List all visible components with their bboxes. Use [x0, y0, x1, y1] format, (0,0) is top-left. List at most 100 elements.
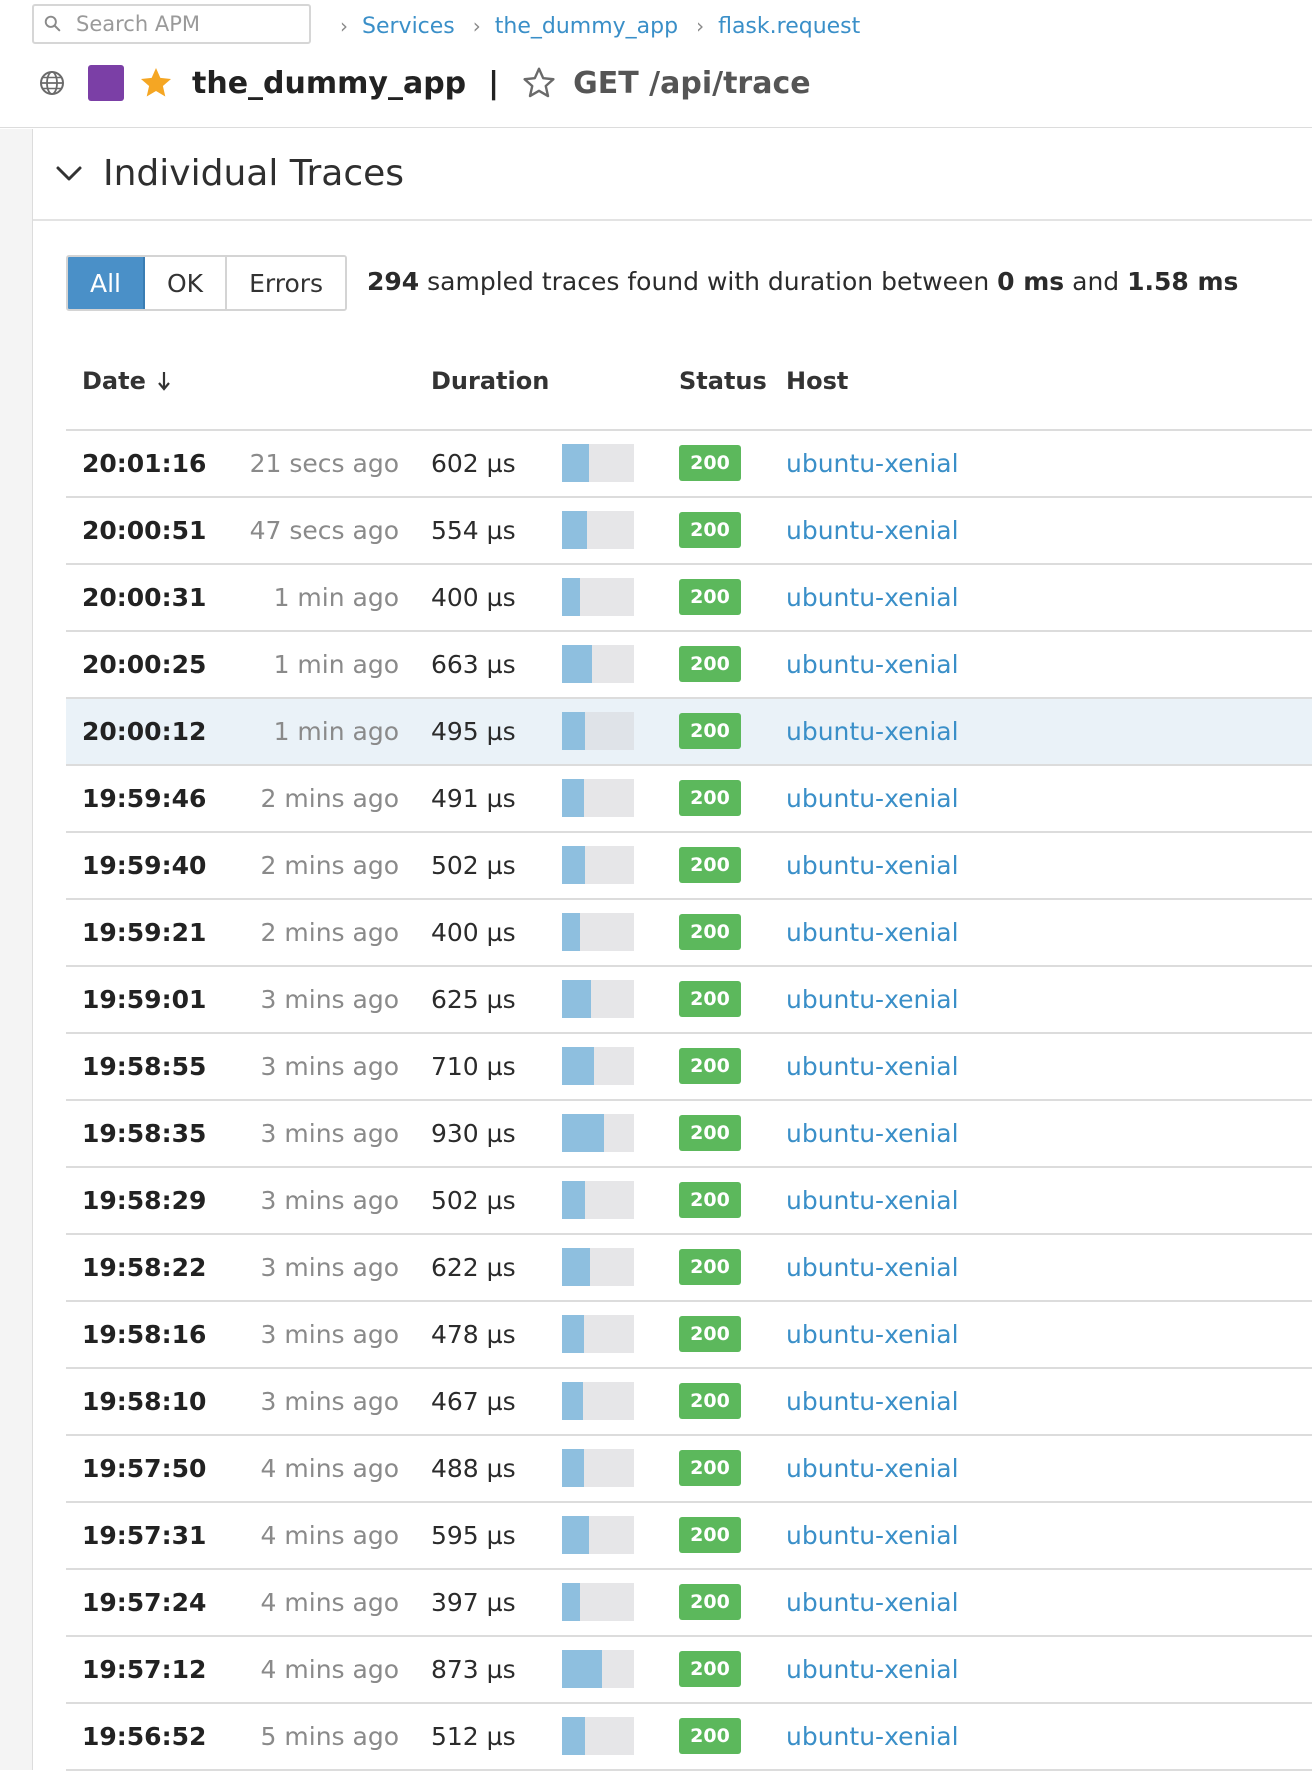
column-header-host[interactable]: Host [786, 367, 848, 395]
table-row[interactable]: 19:59:21 2 mins ago 400 µs 200 ubuntu-xenial [66, 900, 1312, 967]
host-link[interactable]: ubuntu-xenial [786, 1722, 959, 1751]
duration-bar-fill [562, 444, 590, 482]
table-row[interactable]: 20:00:51 47 secs ago 554 µs 200 ubuntu-xenia… [66, 498, 1312, 565]
status-badge: 200 [679, 780, 741, 816]
trace-relative-time: 3 mins ago [260, 1387, 399, 1416]
host-link[interactable]: ubuntu-xenial [786, 717, 959, 746]
status-badge: 200 [679, 1182, 741, 1218]
host-link[interactable]: ubuntu-xenial [786, 1454, 959, 1483]
table-row[interactable]: 20:00:25 1 min ago 663 µs 200 ubuntu-xenial [66, 632, 1312, 699]
trace-time: 20:01:16 [82, 449, 207, 478]
table-row[interactable]: 19:56:52 5 mins ago 512 µs 200 ubuntu-xenial [66, 1704, 1312, 1771]
table-row[interactable]: 19:57:31 4 mins ago 595 µs 200 ubuntu-xenial [66, 1503, 1312, 1570]
host-link[interactable]: ubuntu-xenial [786, 1186, 959, 1215]
trace-duration: 478 µs [431, 1320, 516, 1349]
service-title[interactable]: the_dummy_app [192, 66, 466, 101]
section-header[interactable]: Individual Traces [33, 129, 1312, 221]
host-link[interactable]: ubuntu-xenial [786, 851, 959, 880]
host-link[interactable]: ubuntu-xenial [786, 1320, 959, 1349]
trace-time: 19:56:52 [82, 1722, 207, 1751]
chevron-down-icon[interactable] [55, 163, 83, 185]
trace-relative-time: 4 mins ago [260, 1521, 399, 1550]
filter-ok-button[interactable]: OK [145, 257, 228, 309]
table-row[interactable]: 20:01:16 21 secs ago 602 µs 200 ubuntu-xenia… [66, 431, 1312, 498]
star-outline-icon[interactable] [521, 65, 557, 101]
search-box[interactable] [32, 4, 311, 44]
table-row[interactable]: 20:00:31 1 min ago 400 µs 200 ubuntu-xenial [66, 565, 1312, 632]
trace-duration: 625 µs [431, 985, 516, 1014]
trace-relative-time: 3 mins ago [260, 1320, 399, 1349]
duration-bar [562, 980, 634, 1018]
table-row[interactable]: 20:00:12 1 min ago 495 µs 200 ubuntu-xenial [66, 699, 1312, 766]
host-link[interactable]: ubuntu-xenial [786, 1119, 959, 1148]
filter-errors-button[interactable]: Errors [227, 257, 346, 309]
duration-bar [562, 779, 634, 817]
duration-bar-fill [562, 578, 581, 616]
trace-relative-time: 3 mins ago [260, 985, 399, 1014]
duration-bar [562, 1717, 634, 1755]
host-link[interactable]: ubuntu-xenial [786, 985, 959, 1014]
trace-duration: 488 µs [431, 1454, 516, 1483]
trace-relative-time: 3 mins ago [260, 1253, 399, 1282]
column-header-duration[interactable]: Duration [431, 367, 549, 395]
status-badge: 200 [679, 847, 741, 883]
chevron-right-icon: › [472, 14, 481, 38]
duration-bar [562, 1181, 634, 1219]
trace-duration: 400 µs [431, 583, 516, 612]
sort-descending-icon [158, 372, 170, 391]
column-header-date[interactable]: Date [82, 367, 172, 395]
status-badge: 200 [679, 512, 741, 548]
table-row[interactable]: 19:59:01 3 mins ago 625 µs 200 ubuntu-xenial [66, 967, 1312, 1034]
trace-time: 19:57:24 [82, 1588, 207, 1617]
host-link[interactable]: ubuntu-xenial [786, 1253, 959, 1282]
duration-bar-fill [562, 1114, 605, 1152]
column-header-status[interactable]: Status [679, 367, 767, 395]
trace-time: 19:59:21 [82, 918, 207, 947]
table-row[interactable]: 19:57:50 4 mins ago 488 µs 200 ubuntu-xenial [66, 1436, 1312, 1503]
host-link[interactable]: ubuntu-xenial [786, 1387, 959, 1416]
host-link[interactable]: ubuntu-xenial [786, 1521, 959, 1550]
trace-duration: 595 µs [431, 1521, 516, 1550]
table-row[interactable]: 19:58:29 3 mins ago 502 µs 200 ubuntu-xenial [66, 1168, 1312, 1235]
host-link[interactable]: ubuntu-xenial [786, 1052, 959, 1081]
duration-bar [562, 1516, 634, 1554]
breadcrumb-service[interactable]: the_dummy_app [495, 14, 678, 39]
trace-relative-time: 4 mins ago [260, 1588, 399, 1617]
duration-bar-fill [562, 1181, 585, 1219]
table-row[interactable]: 19:58:10 3 mins ago 467 µs 200 ubuntu-xenial [66, 1369, 1312, 1436]
host-link[interactable]: ubuntu-xenial [786, 650, 959, 679]
host-link[interactable]: ubuntu-xenial [786, 918, 959, 947]
trace-duration: 495 µs [431, 717, 516, 746]
duration-bar-fill [562, 1449, 585, 1487]
host-link[interactable]: ubuntu-xenial [786, 1588, 959, 1617]
globe-icon [40, 71, 64, 95]
table-row[interactable]: 19:57:12 4 mins ago 873 µs 200 ubuntu-xenial [66, 1637, 1312, 1704]
star-filled-icon[interactable] [138, 65, 174, 101]
breadcrumb-operation[interactable]: flask.request [718, 14, 860, 39]
trace-time: 19:57:12 [82, 1655, 207, 1684]
filter-all-button[interactable]: All [68, 257, 145, 309]
table-row[interactable]: 19:59:40 2 mins ago 502 µs 200 ubuntu-xenial [66, 833, 1312, 900]
host-link[interactable]: ubuntu-xenial [786, 449, 959, 478]
table-row[interactable]: 19:58:22 3 mins ago 622 µs 200 ubuntu-xenial [66, 1235, 1312, 1302]
table-row[interactable]: 19:59:46 2 mins ago 491 µs 200 ubuntu-xenial [66, 766, 1312, 833]
trace-summary: 294 sampled traces found with duration b… [367, 267, 1238, 296]
host-link[interactable]: ubuntu-xenial [786, 1655, 959, 1684]
trace-time: 19:59:46 [82, 784, 207, 813]
duration-bar [562, 1449, 634, 1487]
trace-duration: 930 µs [431, 1119, 516, 1148]
trace-relative-time: 5 mins ago [260, 1722, 399, 1751]
host-link[interactable]: ubuntu-xenial [786, 784, 959, 813]
trace-duration: 554 µs [431, 516, 516, 545]
search-input[interactable] [76, 10, 301, 38]
table-row[interactable]: 19:58:55 3 mins ago 710 µs 200 ubuntu-xenial [66, 1034, 1312, 1101]
table-row[interactable]: 19:57:24 4 mins ago 397 µs 200 ubuntu-xenial [66, 1570, 1312, 1637]
host-link[interactable]: ubuntu-xenial [786, 516, 959, 545]
trace-time: 20:00:25 [82, 650, 207, 679]
breadcrumb-services[interactable]: Services [362, 14, 455, 39]
host-link[interactable]: ubuntu-xenial [786, 583, 959, 612]
trace-relative-time: 3 mins ago [260, 1186, 399, 1215]
left-gutter [0, 129, 33, 1770]
table-row[interactable]: 19:58:16 3 mins ago 478 µs 200 ubuntu-xenial [66, 1302, 1312, 1369]
table-row[interactable]: 19:58:35 3 mins ago 930 µs 200 ubuntu-xenial [66, 1101, 1312, 1168]
